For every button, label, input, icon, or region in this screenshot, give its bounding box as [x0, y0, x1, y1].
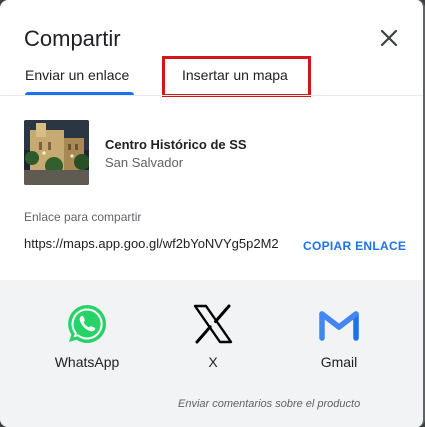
gmail-icon — [319, 311, 359, 341]
tabs-divider — [0, 95, 423, 96]
share-x-button[interactable]: X — [163, 302, 263, 370]
whatsapp-icon — [68, 304, 107, 343]
share-dialog: Compartir Enviar un enlace Insertar un m… — [0, 0, 425, 427]
copy-link-button[interactable]: COPIAR ENLACE — [303, 239, 406, 253]
close-icon — [380, 29, 398, 47]
place-address: San Salvador — [105, 155, 184, 170]
whatsapp-label: WhatsApp — [54, 354, 120, 370]
x-label: X — [208, 354, 218, 370]
dialog-title: Compartir — [24, 26, 121, 51]
share-link-label: Enlace para compartir — [24, 210, 142, 224]
share-link-url[interactable]: https://maps.app.goo.gl/wf2bYoNVYg5p2M2 — [24, 236, 280, 251]
place-name: Centro Histórico de SS — [105, 137, 247, 152]
share-whatsapp-button[interactable]: WhatsApp — [37, 302, 137, 370]
share-gmail-button[interactable]: Gmail — [289, 302, 389, 370]
highlight-box — [162, 56, 311, 97]
place-thumbnail — [24, 120, 89, 185]
tab-send-link[interactable]: Enviar un enlace — [25, 67, 129, 83]
gmail-label: Gmail — [320, 354, 358, 370]
x-icon — [193, 304, 233, 344]
feedback-link[interactable]: Enviar comentarios sobre el producto — [178, 398, 360, 410]
close-button[interactable] — [377, 26, 401, 50]
